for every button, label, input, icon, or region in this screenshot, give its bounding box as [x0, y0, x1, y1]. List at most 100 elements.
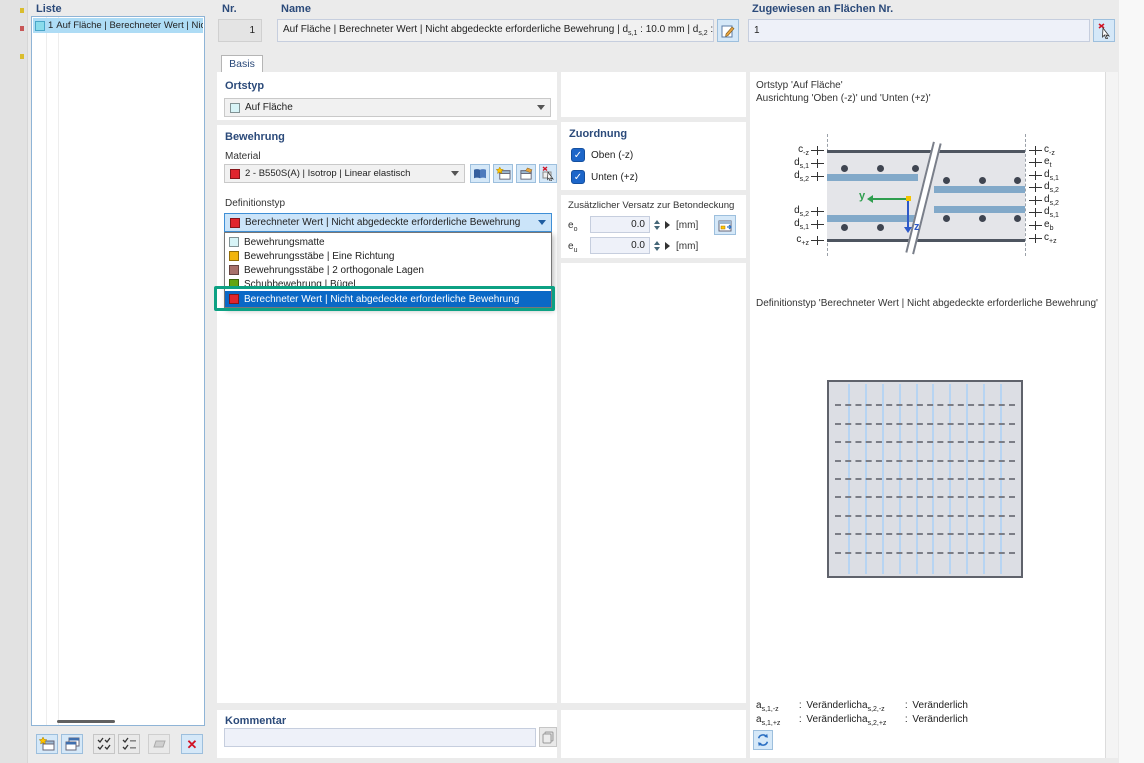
results-row: as,1,+z:Veränderlich as,2,+z:Veränderlic… — [756, 714, 968, 727]
liste-listbox[interactable]: 1 Auf Fläche | Berechneter Wert | Nich — [31, 16, 205, 726]
checkbox-label: Unten (+z) — [591, 172, 638, 183]
dropdown-option[interactable]: Bewehrungsstäbe | Eine Richtung — [225, 249, 551, 263]
assigned-input[interactable] — [748, 19, 1090, 42]
dropdown-option[interactable]: Bewehrungsstäbe | 2 orthogonale Lagen — [225, 263, 551, 277]
select-all-button[interactable] — [93, 734, 115, 754]
eraser-button[interactable] — [148, 734, 170, 754]
dimension-tick — [1029, 158, 1042, 167]
bewehrung-dialog: Liste 1 Auf Fläche | Berechneter Wert | … — [0, 0, 1144, 763]
results-row: as,1,-z:Veränderlich as,2,-z:Veränderlic… — [756, 700, 968, 713]
new-item-button[interactable] — [36, 734, 58, 754]
kommentar-title: Kommentar — [225, 715, 286, 727]
dropdown-option[interactable]: Bewehrungsmatte — [225, 235, 551, 249]
material-unlink-button[interactable] — [539, 164, 557, 183]
kommentar-templates-button[interactable] — [539, 727, 557, 747]
reinforcement-band — [827, 215, 918, 222]
eu-input[interactable]: 0.0 — [590, 237, 650, 254]
dimension-tick — [811, 220, 824, 229]
material-new-button[interactable] — [493, 164, 513, 183]
edit-pencil-icon — [721, 24, 735, 38]
eu-label: eu — [568, 241, 577, 254]
dropdown-option[interactable]: Schubbewehrung | Bügel — [225, 277, 551, 291]
dimension-tick — [811, 159, 824, 168]
material-library-button[interactable] — [470, 164, 490, 183]
checkbox-checked-icon[interactable] — [571, 170, 585, 184]
dim-label: ds,2 — [752, 206, 824, 216]
dimension-tick — [1029, 208, 1042, 217]
deselect-all-button[interactable] — [118, 734, 140, 754]
check-all-icon — [97, 737, 112, 751]
ortstyp-combobox[interactable]: Auf Fläche — [224, 98, 551, 117]
refresh-icon — [756, 733, 770, 747]
pick-surfaces-button[interactable] — [1093, 19, 1115, 42]
option-color-icon — [229, 294, 239, 304]
edit-name-button[interactable] — [717, 19, 739, 42]
dim-label: ds,2 — [1029, 182, 1059, 192]
list-item-nr: 1 — [48, 20, 53, 31]
refresh-results-button[interactable] — [753, 730, 773, 750]
chevron-down-icon — [538, 220, 546, 225]
slab-cross-section-diagram: y z — [827, 150, 1025, 242]
chevron-down-icon — [537, 105, 545, 110]
dim-label: ds,1 — [1029, 207, 1059, 217]
dimension-tick — [1029, 171, 1042, 180]
pick-pointer-x-icon — [1097, 23, 1112, 39]
material-combobox[interactable]: 2 - B550S(A) | Isotrop | Linear elastisc… — [224, 164, 465, 183]
option-color-icon — [229, 251, 239, 261]
kommentar-input-value[interactable] — [230, 732, 530, 743]
vertical-scrollbar[interactable] — [1105, 72, 1118, 758]
result-item: as,1,-z:Veränderlich — [756, 700, 862, 713]
material-value: 2 - B550S(A) | Isotrop | Linear elastisc… — [245, 168, 410, 179]
eu-spinner[interactable] — [652, 237, 661, 254]
definitionstyp-combobox[interactable]: Berechneter Wert | Nicht abgedeckte erfo… — [224, 213, 552, 232]
definitionstyp-color-icon — [230, 218, 240, 228]
name-input[interactable]: Auf Fläche | Berechneter Wert | Nicht ab… — [277, 19, 714, 42]
list-item[interactable]: 1 Auf Fläche | Berechneter Wert | Nich — [33, 18, 203, 33]
panel-resize-handle[interactable] — [57, 720, 115, 723]
dimension-tick — [1029, 183, 1042, 192]
list-item-color-icon — [35, 21, 45, 31]
reinforcement-band — [934, 186, 1025, 193]
section-boundary-dashed-line — [1025, 134, 1026, 256]
dim-label: c+z — [752, 235, 824, 245]
eo-expand-icon[interactable] — [665, 221, 670, 229]
list-item-label: Auf Fläche | Berechneter Wert | Nich — [56, 20, 203, 31]
kommentar-input[interactable] — [224, 728, 536, 747]
dropdown-option-selected[interactable]: Berechneter Wert | Nicht abgedeckte erfo… — [225, 291, 551, 307]
dimension-tick — [1029, 146, 1042, 155]
nr-label: Nr. — [222, 3, 237, 15]
reinforcement-band — [827, 174, 918, 181]
dim-label: ds,1 — [752, 219, 824, 229]
assigned-input-value[interactable] — [754, 25, 1084, 36]
checkbox-row-oben[interactable]: Oben (-z) — [571, 148, 633, 162]
unlink-pointer-icon — [541, 166, 555, 181]
option-color-icon — [229, 237, 239, 247]
checkbox-row-unten[interactable]: Unten (+z) — [571, 170, 638, 184]
eo-input[interactable]: 0.0 — [590, 216, 650, 233]
material-edit-button[interactable] — [516, 164, 536, 183]
list-column-divider — [58, 17, 59, 725]
definitionstyp-dropdown: Bewehrungsmatte Bewehrungsstäbe | Eine R… — [224, 232, 552, 308]
tab-basis[interactable]: Basis — [221, 55, 263, 73]
copy-item-button[interactable] — [61, 734, 83, 754]
dim-label: ds,2 — [1029, 195, 1059, 205]
delete-item-button[interactable]: ✕ — [181, 734, 203, 754]
checkbox-checked-icon[interactable] — [571, 148, 585, 162]
versatz-transfer-button[interactable] — [714, 215, 736, 235]
liste-title: Liste — [36, 3, 62, 15]
dimension-tick — [811, 207, 824, 216]
eo-spinner[interactable] — [652, 216, 661, 233]
ortstyp-value: Auf Fläche — [245, 102, 293, 113]
definition-info-line: Definitionstyp 'Berechneter Wert | Nicht… — [756, 298, 1098, 309]
result-item: as,2,+z:Veränderlich — [862, 714, 968, 727]
new-window-icon — [496, 167, 511, 181]
middle-lower-panel — [561, 263, 746, 703]
dim-label: ds,2 — [752, 171, 824, 181]
definitionstyp-label: Definitionstyp — [225, 198, 285, 209]
eu-expand-icon[interactable] — [665, 242, 670, 250]
copy-icon — [65, 737, 80, 752]
option-color-icon — [229, 279, 239, 289]
reinforcement-band — [934, 206, 1025, 213]
y-axis-arrow — [873, 198, 907, 200]
dim-label: c+z — [1029, 233, 1057, 243]
